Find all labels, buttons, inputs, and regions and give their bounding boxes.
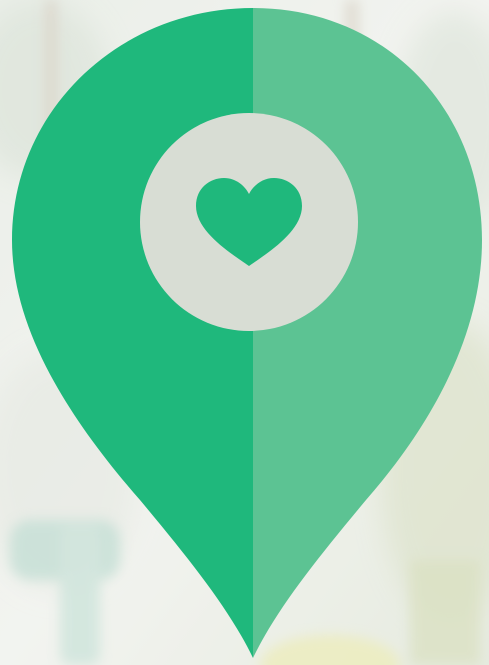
map-pin-icon [12, 8, 482, 658]
photo-background [0, 0, 489, 665]
